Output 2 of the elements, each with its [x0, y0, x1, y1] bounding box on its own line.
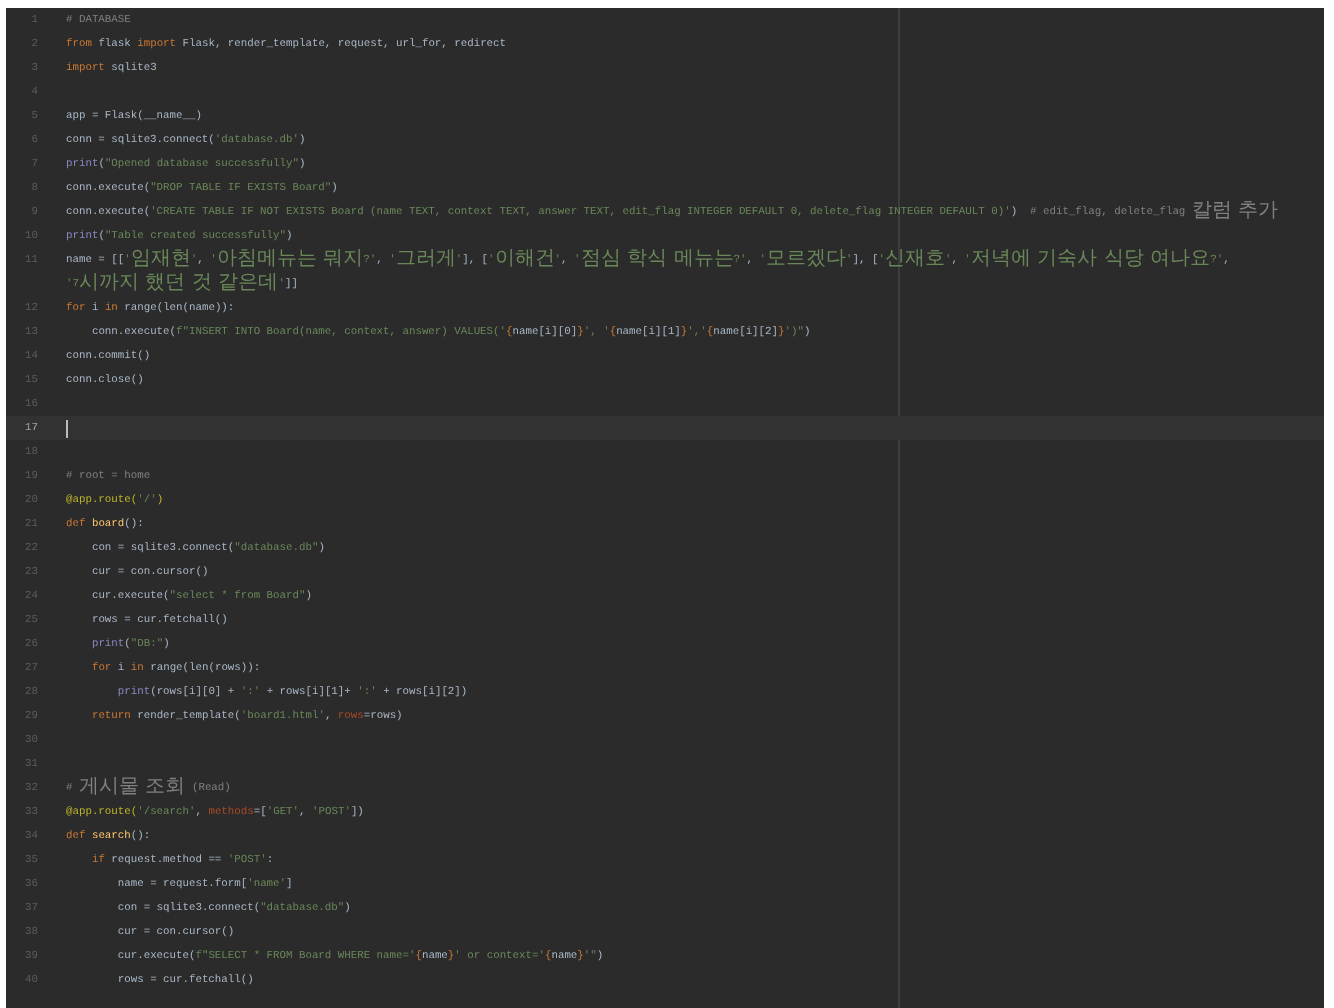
text-cursor: [66, 419, 68, 437]
code-editor[interactable]: [6, 8, 1324, 1008]
